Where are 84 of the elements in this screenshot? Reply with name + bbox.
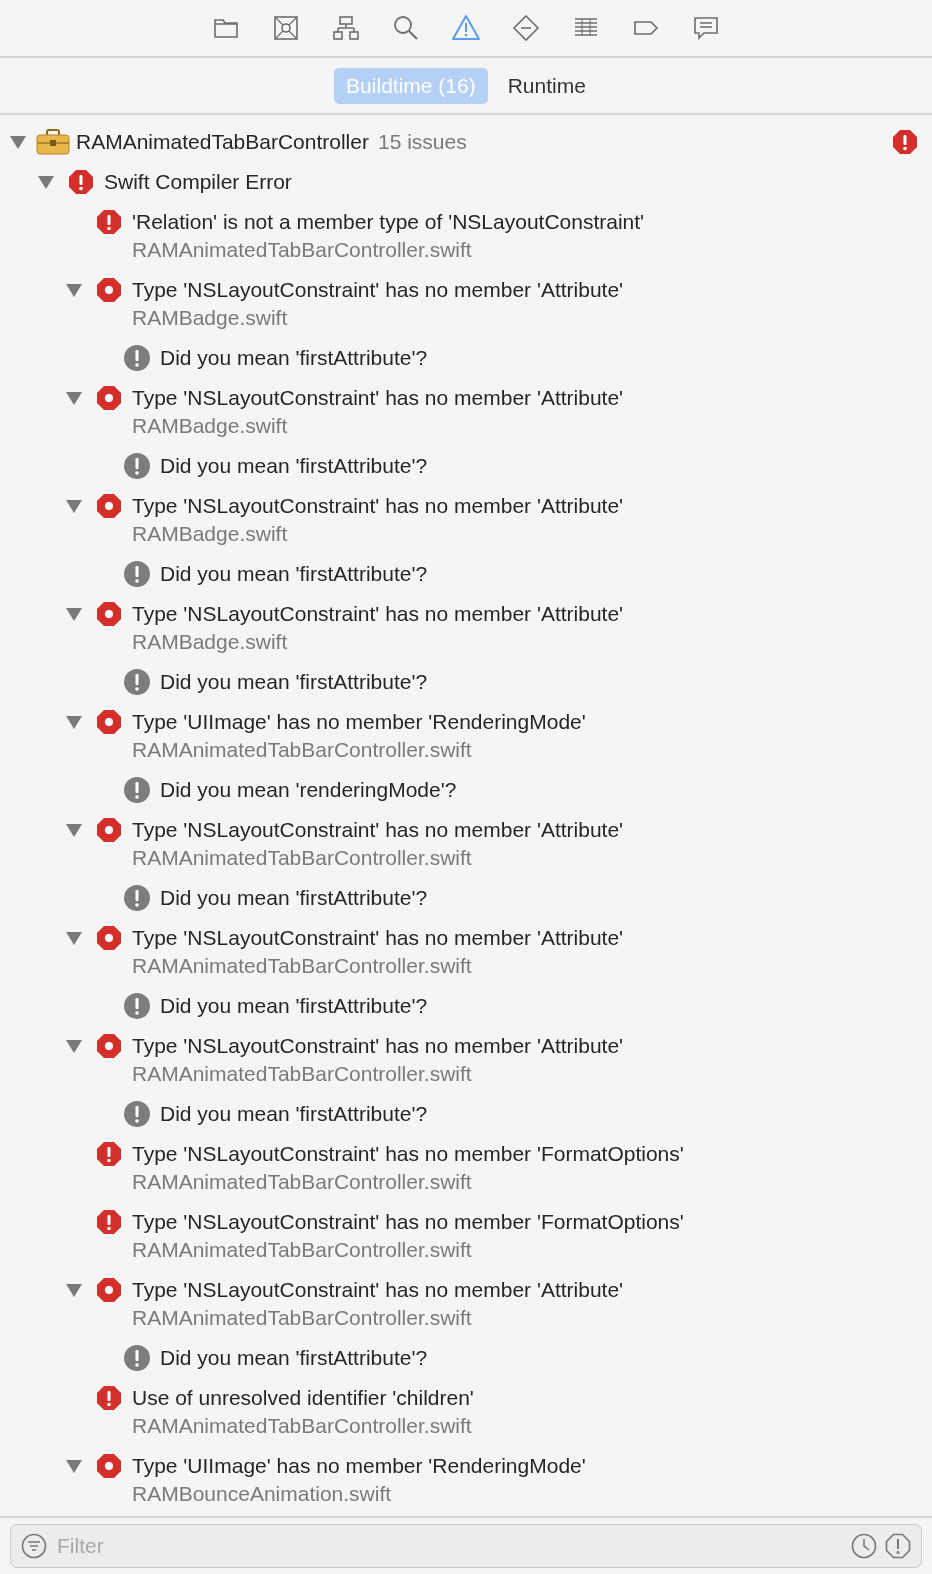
fixit-icon (96, 709, 122, 735)
issue-message: Type 'NSLayoutConstraint' has no member 'Attribute' (132, 925, 624, 951)
issue-message: Type 'NSLayoutConstraint' has no member 'Attribute' (132, 817, 624, 843)
note-icon (123, 776, 151, 804)
issue-message: Type 'NSLayoutConstraint' has no member 'Attribute' (132, 1277, 624, 1303)
fixit-icon (96, 601, 122, 627)
file-name: RAMAnimatedTabBarController.swift (132, 1237, 473, 1263)
note-icon (123, 452, 151, 480)
issue-message: Type 'NSLayoutConstraint' has no member 'FormatOptions' (132, 1141, 684, 1167)
disclosure-triangle[interactable] (66, 715, 82, 729)
note-icon (123, 560, 151, 588)
fixit-icon (96, 1277, 122, 1303)
note-icon (123, 1100, 151, 1128)
fixit-icon (96, 1453, 122, 1479)
issue-message: Type 'UIImage' has no member 'RenderingMode' (132, 1453, 586, 1479)
error-icon (68, 169, 94, 195)
filter-field[interactable]: Filter (10, 1524, 922, 1568)
issue-count: 15 issues (377, 129, 467, 155)
issue-message: Type 'NSLayoutConstraint' has no member 'Attribute' (132, 601, 624, 627)
file-name: RAMBadge.swift (132, 521, 289, 547)
fixit-icon (96, 925, 122, 951)
suggestion-message: Did you mean 'firstAttribute'? (160, 561, 428, 587)
clock-icon[interactable] (851, 1533, 877, 1559)
file-name: RAMAnimatedTabBarController.swift (132, 237, 473, 263)
filter-input[interactable]: Filter (55, 1533, 843, 1559)
disclosure-triangle[interactable] (38, 175, 54, 189)
file-name: RAMAnimatedTabBarController.swift (132, 845, 473, 871)
file-name: RAMAnimatedTabBarController.swift (132, 1169, 473, 1195)
file-name: RAMBadge.swift (132, 413, 289, 439)
fixit-icon (96, 493, 122, 519)
file-name: RAMAnimatedTabBarController.swift (132, 1061, 473, 1087)
issue-message: Type 'NSLayoutConstraint' has no member 'Attribute' (132, 385, 624, 411)
issue-message: Type 'NSLayoutConstraint' has no member 'Attribute' (132, 1033, 624, 1059)
issue-category: Swift Compiler Error (104, 169, 292, 195)
disclosure-triangle[interactable] (66, 1039, 82, 1053)
disclosure-triangle[interactable] (66, 823, 82, 837)
project-name: RAMAnimatedTabBarController (76, 129, 369, 155)
issue-message: Type 'NSLayoutConstraint' has no member 'FormatOptions' (132, 1209, 684, 1235)
note-icon (123, 344, 151, 372)
suggestion-message: Did you mean 'firstAttribute'? (160, 453, 428, 479)
disclosure-triangle[interactable] (10, 135, 26, 149)
error-icon (96, 1209, 122, 1235)
note-icon (123, 1344, 151, 1372)
tab[interactable]: Runtime (495, 67, 598, 104)
fixit-icon (96, 817, 122, 843)
error-icon (96, 1385, 122, 1411)
suggestion-message: Did you mean 'renderingMode'? (160, 777, 457, 803)
file-name: RAMAnimatedTabBarController.swift (132, 953, 473, 979)
file-name: RAMBadge.swift (132, 305, 289, 331)
suggestion-message: Did you mean 'firstAttribute'? (160, 885, 428, 911)
error-icon (892, 129, 918, 155)
fixit-icon (96, 385, 122, 411)
note-icon (123, 668, 151, 696)
toolbox-icon (36, 129, 70, 155)
suggestion-message: Did you mean 'firstAttribute'? (160, 1101, 428, 1127)
suggestion-message: Did you mean 'firstAttribute'? (160, 1345, 428, 1371)
suggestion-message: Did you mean 'firstAttribute'? (160, 669, 428, 695)
error-filter-icon[interactable] (885, 1533, 911, 1559)
file-name: RAMAnimatedTabBarController.swift (132, 1305, 473, 1331)
issue-message: Type 'NSLayoutConstraint' has no member 'Attribute' (132, 493, 624, 519)
issue-message: Type 'NSLayoutConstraint' has no member 'Attribute' (132, 277, 624, 303)
suggestion-message: Did you mean 'firstAttribute'? (160, 345, 428, 371)
disclosure-triangle[interactable] (66, 931, 82, 945)
issue-message: Type 'UIImage' has no member 'RenderingMode' (132, 709, 586, 735)
fixit-icon (96, 277, 122, 303)
error-icon (96, 209, 122, 235)
disclosure-triangle[interactable] (66, 607, 82, 621)
disclosure-triangle[interactable] (66, 1283, 82, 1297)
file-name: RAMBadge.swift (132, 629, 289, 655)
issue-message: Use of unresolved identifier 'children' (132, 1385, 474, 1411)
disclosure-triangle[interactable] (66, 1459, 82, 1473)
filter-icon (21, 1533, 47, 1559)
error-icon (96, 1141, 122, 1167)
file-name: RAMAnimatedTabBarController.swift (132, 737, 473, 763)
fixit-icon (96, 1033, 122, 1059)
disclosure-triangle[interactable] (66, 391, 82, 405)
disclosure-triangle[interactable] (66, 499, 82, 513)
suggestion-message: Did you mean 'firstAttribute'? (160, 993, 428, 1019)
file-name: RAMBounceAnimation.swift (132, 1481, 393, 1507)
note-icon (123, 992, 151, 1020)
note-icon (123, 884, 151, 912)
issue-message: 'Relation' is not a member type of 'NSLayoutConstraint' (132, 209, 645, 235)
disclosure-triangle[interactable] (66, 283, 82, 297)
file-name: RAMAnimatedTabBarController.swift (132, 1413, 473, 1439)
